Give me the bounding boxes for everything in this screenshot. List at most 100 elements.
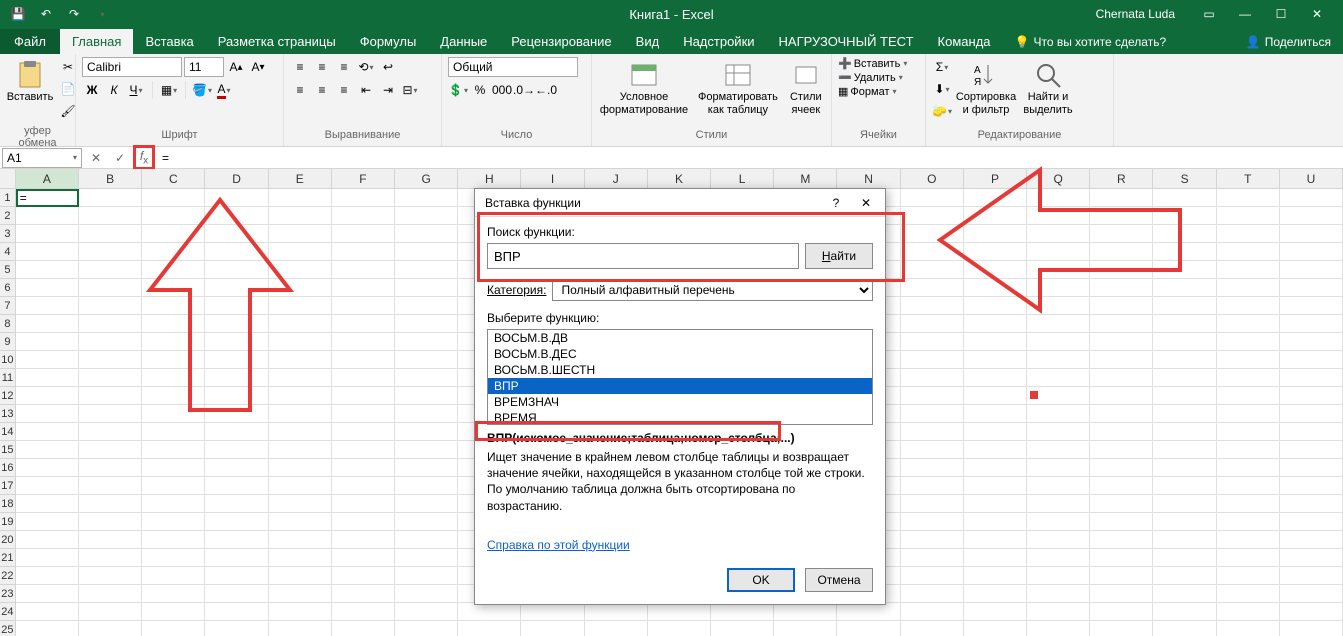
cell-R17[interactable] [1090, 477, 1153, 495]
cell-E11[interactable] [269, 369, 332, 387]
cell-F7[interactable] [332, 297, 395, 315]
cell-D20[interactable] [205, 531, 268, 549]
cell-B15[interactable] [79, 441, 142, 459]
cell-P1[interactable] [964, 189, 1027, 207]
cell-E8[interactable] [269, 315, 332, 333]
font-name-input[interactable] [82, 57, 182, 77]
row-header-19[interactable]: 19 [0, 513, 16, 531]
cell-M25[interactable] [774, 621, 837, 636]
cell-S14[interactable] [1153, 423, 1216, 441]
cell-E22[interactable] [269, 567, 332, 585]
cell-C12[interactable] [142, 387, 205, 405]
cell-U11[interactable] [1280, 369, 1343, 387]
cell-T17[interactable] [1217, 477, 1280, 495]
cell-P5[interactable] [964, 261, 1027, 279]
cell-U12[interactable] [1280, 387, 1343, 405]
cell-Q6[interactable] [1027, 279, 1090, 297]
cell-Q11[interactable] [1027, 369, 1090, 387]
cell-P6[interactable] [964, 279, 1027, 297]
cell-B16[interactable] [79, 459, 142, 477]
number-format-select[interactable] [448, 57, 578, 77]
cell-Q18[interactable] [1027, 495, 1090, 513]
cell-B19[interactable] [79, 513, 142, 531]
cell-U20[interactable] [1280, 531, 1343, 549]
cell-F23[interactable] [332, 585, 395, 603]
cell-S21[interactable] [1153, 549, 1216, 567]
tell-me-search[interactable]: 💡 Что вы хотите сделать? [1003, 30, 1179, 54]
cell-A7[interactable] [16, 297, 79, 315]
cell-D11[interactable] [205, 369, 268, 387]
delete-cells-button[interactable]: ➖Удалить▾ [838, 71, 907, 84]
cell-T1[interactable] [1217, 189, 1280, 207]
row-header-6[interactable]: 6 [0, 279, 16, 297]
category-select[interactable]: Полный алфавитный перечень [552, 279, 873, 301]
column-header-G[interactable]: G [395, 169, 458, 188]
cell-U15[interactable] [1280, 441, 1343, 459]
cell-U13[interactable] [1280, 405, 1343, 423]
align-center-icon[interactable]: ≡ [312, 80, 332, 100]
cell-J24[interactable] [585, 603, 648, 621]
find-select-button[interactable]: Найти и выделить [1020, 57, 1076, 125]
cell-P14[interactable] [964, 423, 1027, 441]
row-header-11[interactable]: 11 [0, 369, 16, 387]
cell-F15[interactable] [332, 441, 395, 459]
cell-C16[interactable] [142, 459, 205, 477]
cell-D16[interactable] [205, 459, 268, 477]
cell-E21[interactable] [269, 549, 332, 567]
cell-Q1[interactable] [1027, 189, 1090, 207]
cell-I25[interactable] [521, 621, 584, 636]
copy-icon[interactable]: 📄 [58, 79, 78, 99]
column-header-Q[interactable]: Q [1027, 169, 1090, 188]
format-as-table-button[interactable]: Форматировать как таблицу [694, 57, 782, 125]
row-header-10[interactable]: 10 [0, 351, 16, 369]
cell-C19[interactable] [142, 513, 205, 531]
cell-E23[interactable] [269, 585, 332, 603]
cell-C25[interactable] [142, 621, 205, 636]
cell-A23[interactable] [16, 585, 79, 603]
cell-O14[interactable] [901, 423, 964, 441]
cell-S24[interactable] [1153, 603, 1216, 621]
cell-U5[interactable] [1280, 261, 1343, 279]
cell-R14[interactable] [1090, 423, 1153, 441]
cell-B9[interactable] [79, 333, 142, 351]
dialog-help-icon[interactable]: ? [823, 192, 849, 214]
column-header-C[interactable]: C [142, 169, 205, 188]
cell-T22[interactable] [1217, 567, 1280, 585]
cell-H24[interactable] [458, 603, 521, 621]
cell-I24[interactable] [521, 603, 584, 621]
cell-E6[interactable] [269, 279, 332, 297]
column-header-P[interactable]: P [964, 169, 1027, 188]
cell-B12[interactable] [79, 387, 142, 405]
cell-U16[interactable] [1280, 459, 1343, 477]
cell-E2[interactable] [269, 207, 332, 225]
row-header-4[interactable]: 4 [0, 243, 16, 261]
cell-U21[interactable] [1280, 549, 1343, 567]
cell-G20[interactable] [395, 531, 458, 549]
dialog-titlebar[interactable]: Вставка функции ? ✕ [475, 189, 885, 217]
formula-input[interactable] [156, 148, 1343, 168]
cell-B5[interactable] [79, 261, 142, 279]
cell-O21[interactable] [901, 549, 964, 567]
row-header-3[interactable]: 3 [0, 225, 16, 243]
cell-S2[interactable] [1153, 207, 1216, 225]
minimize-icon[interactable]: — [1227, 0, 1263, 28]
cell-C4[interactable] [142, 243, 205, 261]
cell-Q2[interactable] [1027, 207, 1090, 225]
cell-C13[interactable] [142, 405, 205, 423]
cell-F8[interactable] [332, 315, 395, 333]
column-header-E[interactable]: E [269, 169, 332, 188]
cell-S6[interactable] [1153, 279, 1216, 297]
cell-O6[interactable] [901, 279, 964, 297]
cell-Q25[interactable] [1027, 621, 1090, 636]
cell-K25[interactable] [648, 621, 711, 636]
cell-D15[interactable] [205, 441, 268, 459]
cell-A19[interactable] [16, 513, 79, 531]
cell-U14[interactable] [1280, 423, 1343, 441]
cancel-formula-icon[interactable]: ✕ [84, 148, 108, 168]
cell-E15[interactable] [269, 441, 332, 459]
cell-O20[interactable] [901, 531, 964, 549]
cell-S15[interactable] [1153, 441, 1216, 459]
cell-G19[interactable] [395, 513, 458, 531]
cell-Q14[interactable] [1027, 423, 1090, 441]
undo-icon[interactable]: ↶ [32, 2, 60, 26]
